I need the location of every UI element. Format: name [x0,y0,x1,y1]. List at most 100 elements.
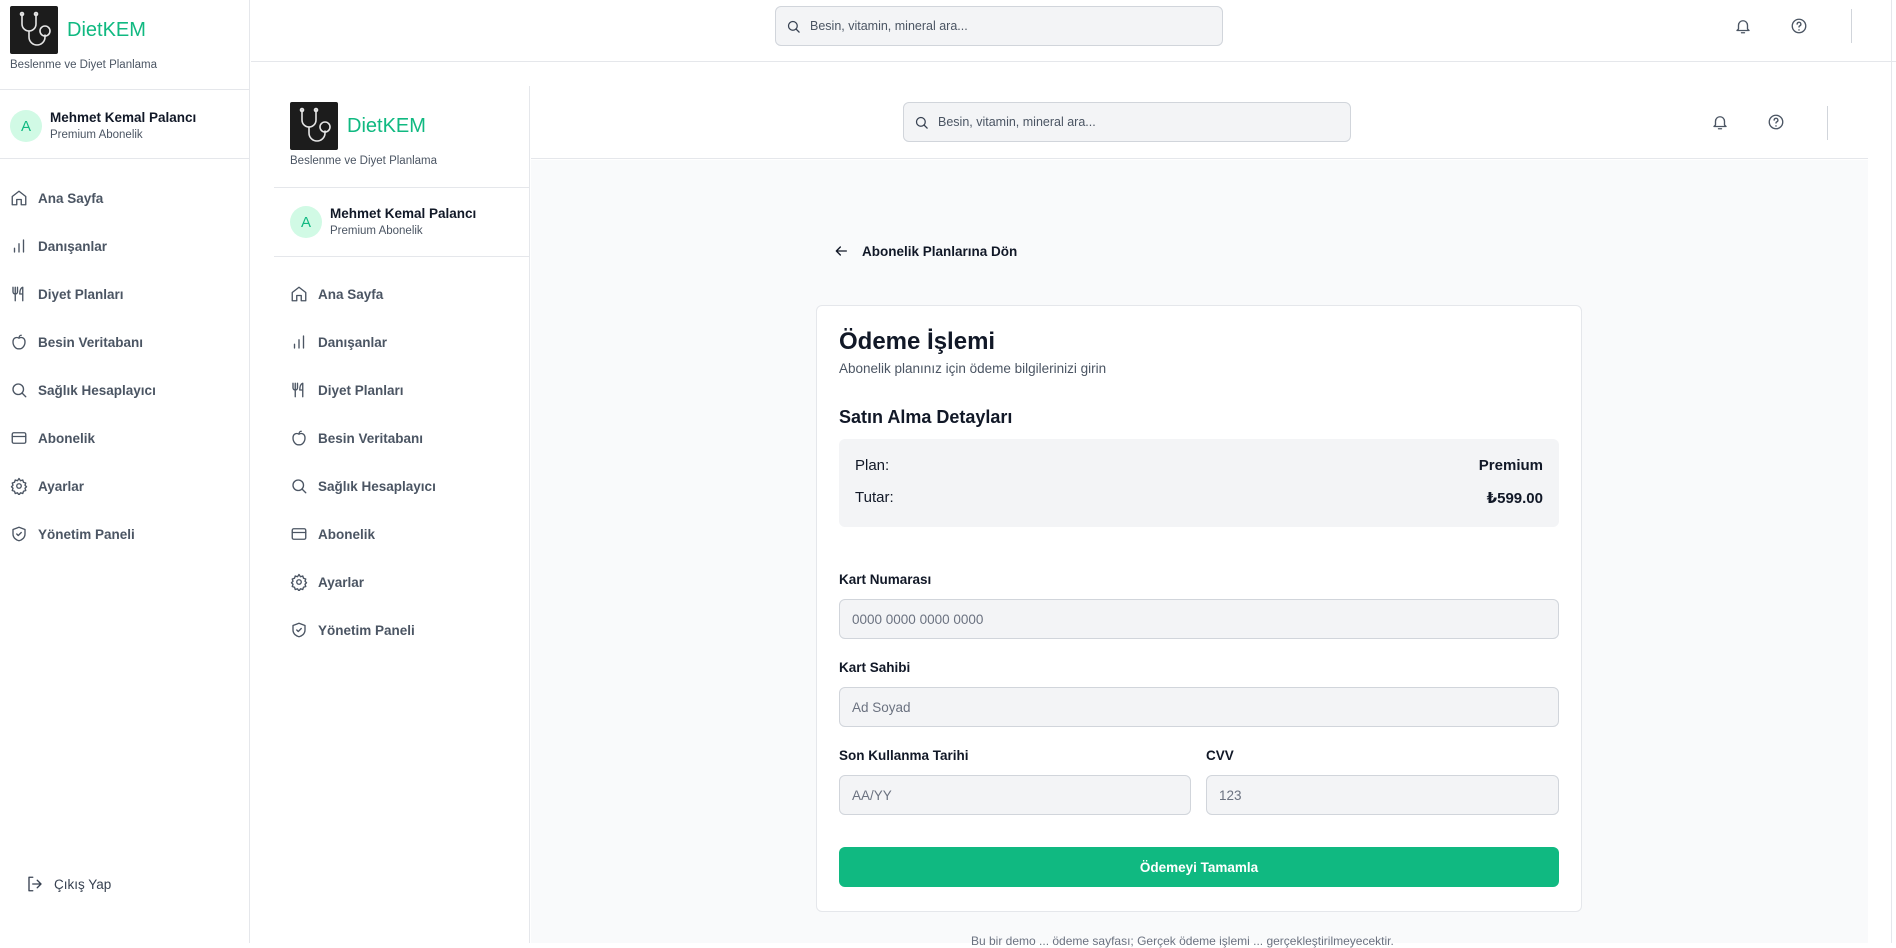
nav-label: Ayarlar [318,574,365,590]
right-border [1891,0,1892,943]
bell-icon[interactable] [1734,17,1752,35]
nav-item-danisanlar[interactable]: Danışanlar [290,327,520,357]
card-number-label: Kart Numarası [839,572,932,587]
nav-item-diyet-planlari[interactable]: Diyet Planları [10,279,240,309]
shield-check-icon [292,622,306,638]
logout-label: Çıkış Yap [54,876,112,892]
plan-value: Premium [1478,457,1543,474]
header-separator [1851,9,1852,43]
search-icon [787,20,800,33]
expiry-input[interactable] [839,775,1191,815]
back-label: Abonelik Planlarına Dön [862,243,1018,259]
nav-item-saglik-hesaplayici[interactable]: Sağlık Hesaplayıcı [10,375,240,405]
search-input[interactable] [938,115,1338,129]
nav-item-ayarlar[interactable]: Ayarlar [290,567,520,597]
divider [274,187,530,188]
nav-item-abonelik[interactable]: Abonelik [290,519,520,549]
brand-subtitle: Beslenme ve Diyet Planlama [10,59,158,71]
arrow-left-icon [835,246,847,256]
utensils-icon [292,382,304,398]
search-input[interactable] [810,19,1210,33]
nav-item-yonetim-paneli[interactable]: Yönetim Paneli [290,615,520,645]
cvv-input[interactable] [1206,775,1559,815]
divider [274,256,530,257]
stethoscope-logo-icon [290,102,338,150]
nav-item-saglik-hesaplayici[interactable]: Sağlık Hesaplayıcı [290,471,520,501]
nav-label: Abonelik [318,526,376,542]
payment-title: Ödeme İşlemi [839,328,996,355]
apple-icon [292,430,306,446]
divider [0,89,250,90]
bar-chart-icon [293,335,305,349]
nav-item-besin-veritabani[interactable]: Besin Veritabanı [10,327,240,357]
nav-item-danisanlar[interactable]: Danışanlar [10,231,240,261]
nav-label: Besin Veritabanı [38,334,144,350]
outer-header [251,0,1896,62]
card-number-input[interactable] [839,599,1559,639]
nav-label: Sağlık Hesaplayıcı [318,478,436,494]
brand-subtitle: Beslenme ve Diyet Planlama [290,155,438,167]
nav-item-ayarlar[interactable]: Ayarlar [10,471,240,501]
avatar: A [10,110,42,142]
nav-item-diyet-planlari[interactable]: Diyet Planları [290,375,520,405]
user-name: Mehmet Kemal Palancı [330,206,477,221]
cvv-label: CVV [1206,748,1234,763]
amount-value: ₺599.00 [1486,490,1543,507]
user-name: Mehmet Kemal Palancı [50,110,197,125]
bell-icon[interactable] [1711,113,1729,131]
user-plan: Premium Abonelik [330,225,423,237]
nav-label: Yönetim Paneli [38,526,135,542]
search-box[interactable] [903,102,1351,142]
user-plan: Premium Abonelik [50,129,143,141]
apple-icon [12,334,26,350]
nav-item-abonelik[interactable]: Abonelik [10,423,240,453]
nav-label: Ayarlar [38,478,85,494]
nav-label: Diyet Planları [38,286,124,302]
search-icon [292,479,307,494]
nav-label: Danışanlar [318,334,388,350]
nav-item-ana-sayfa[interactable]: Ana Sayfa [10,183,240,213]
nav-label: Abonelik [38,430,96,446]
gear-icon [10,477,28,495]
plan-label: Plan: [855,457,890,474]
amount-row: Tutar: ₺599.00 [855,489,1543,507]
help-icon[interactable] [1767,113,1785,131]
search-icon [915,116,928,129]
credit-card-icon [291,528,307,540]
nav-item-yonetim-paneli[interactable]: Yönetim Paneli [10,519,240,549]
help-icon[interactable] [1790,17,1808,35]
outer-sidebar: DietKEM Beslenme ve Diyet Planlama A Meh… [0,0,250,943]
logout-icon [28,876,42,892]
divider [0,158,250,159]
nav-label: Besin Veritabanı [318,430,424,446]
demo-notice: Bu bir demo ... ödeme sayfası; Gerçek öd… [971,934,1394,948]
brand-name: DietKEM [347,115,426,137]
avatar: A [290,206,322,238]
expiry-label: Son Kullanma Tarihi [839,748,969,763]
plan-row: Plan: Premium [855,457,1543,474]
nav-label: Diyet Planları [318,382,404,398]
shield-check-icon [12,526,26,542]
nav-label: Danışanlar [38,238,108,254]
purchase-summary: Plan: Premium Tutar: ₺599.00 [839,439,1559,527]
brand-name: DietKEM [67,19,146,41]
app-root: DietKEM Beslenme ve Diyet Planlama A Meh… [0,0,1896,948]
search-box[interactable] [775,6,1223,46]
logout-button[interactable]: Çıkış Yap [26,875,111,893]
bar-chart-icon [13,239,25,253]
stethoscope-logo-icon [10,6,58,54]
inner-sidebar: DietKEM Beslenme ve Diyet Planlama A Meh… [274,86,530,943]
back-to-plans-link[interactable]: Abonelik Planlarına Dön [833,243,1017,259]
nav-item-ana-sayfa[interactable]: Ana Sayfa [290,279,520,309]
complete-payment-button[interactable]: Ödemeyi Tamamla [839,847,1559,887]
header-separator [1827,106,1828,140]
search-icon [12,383,27,398]
card-holder-input[interactable] [839,687,1559,727]
home-icon [11,190,27,206]
purchase-details-title: Satın Alma Detayları [839,407,1013,427]
card-holder-label: Kart Sahibi [839,660,911,675]
nav-item-besin-veritabani[interactable]: Besin Veritabanı [290,423,520,453]
nav-label: Sağlık Hesaplayıcı [38,382,156,398]
inner-header [531,86,1868,159]
home-icon [291,286,307,302]
